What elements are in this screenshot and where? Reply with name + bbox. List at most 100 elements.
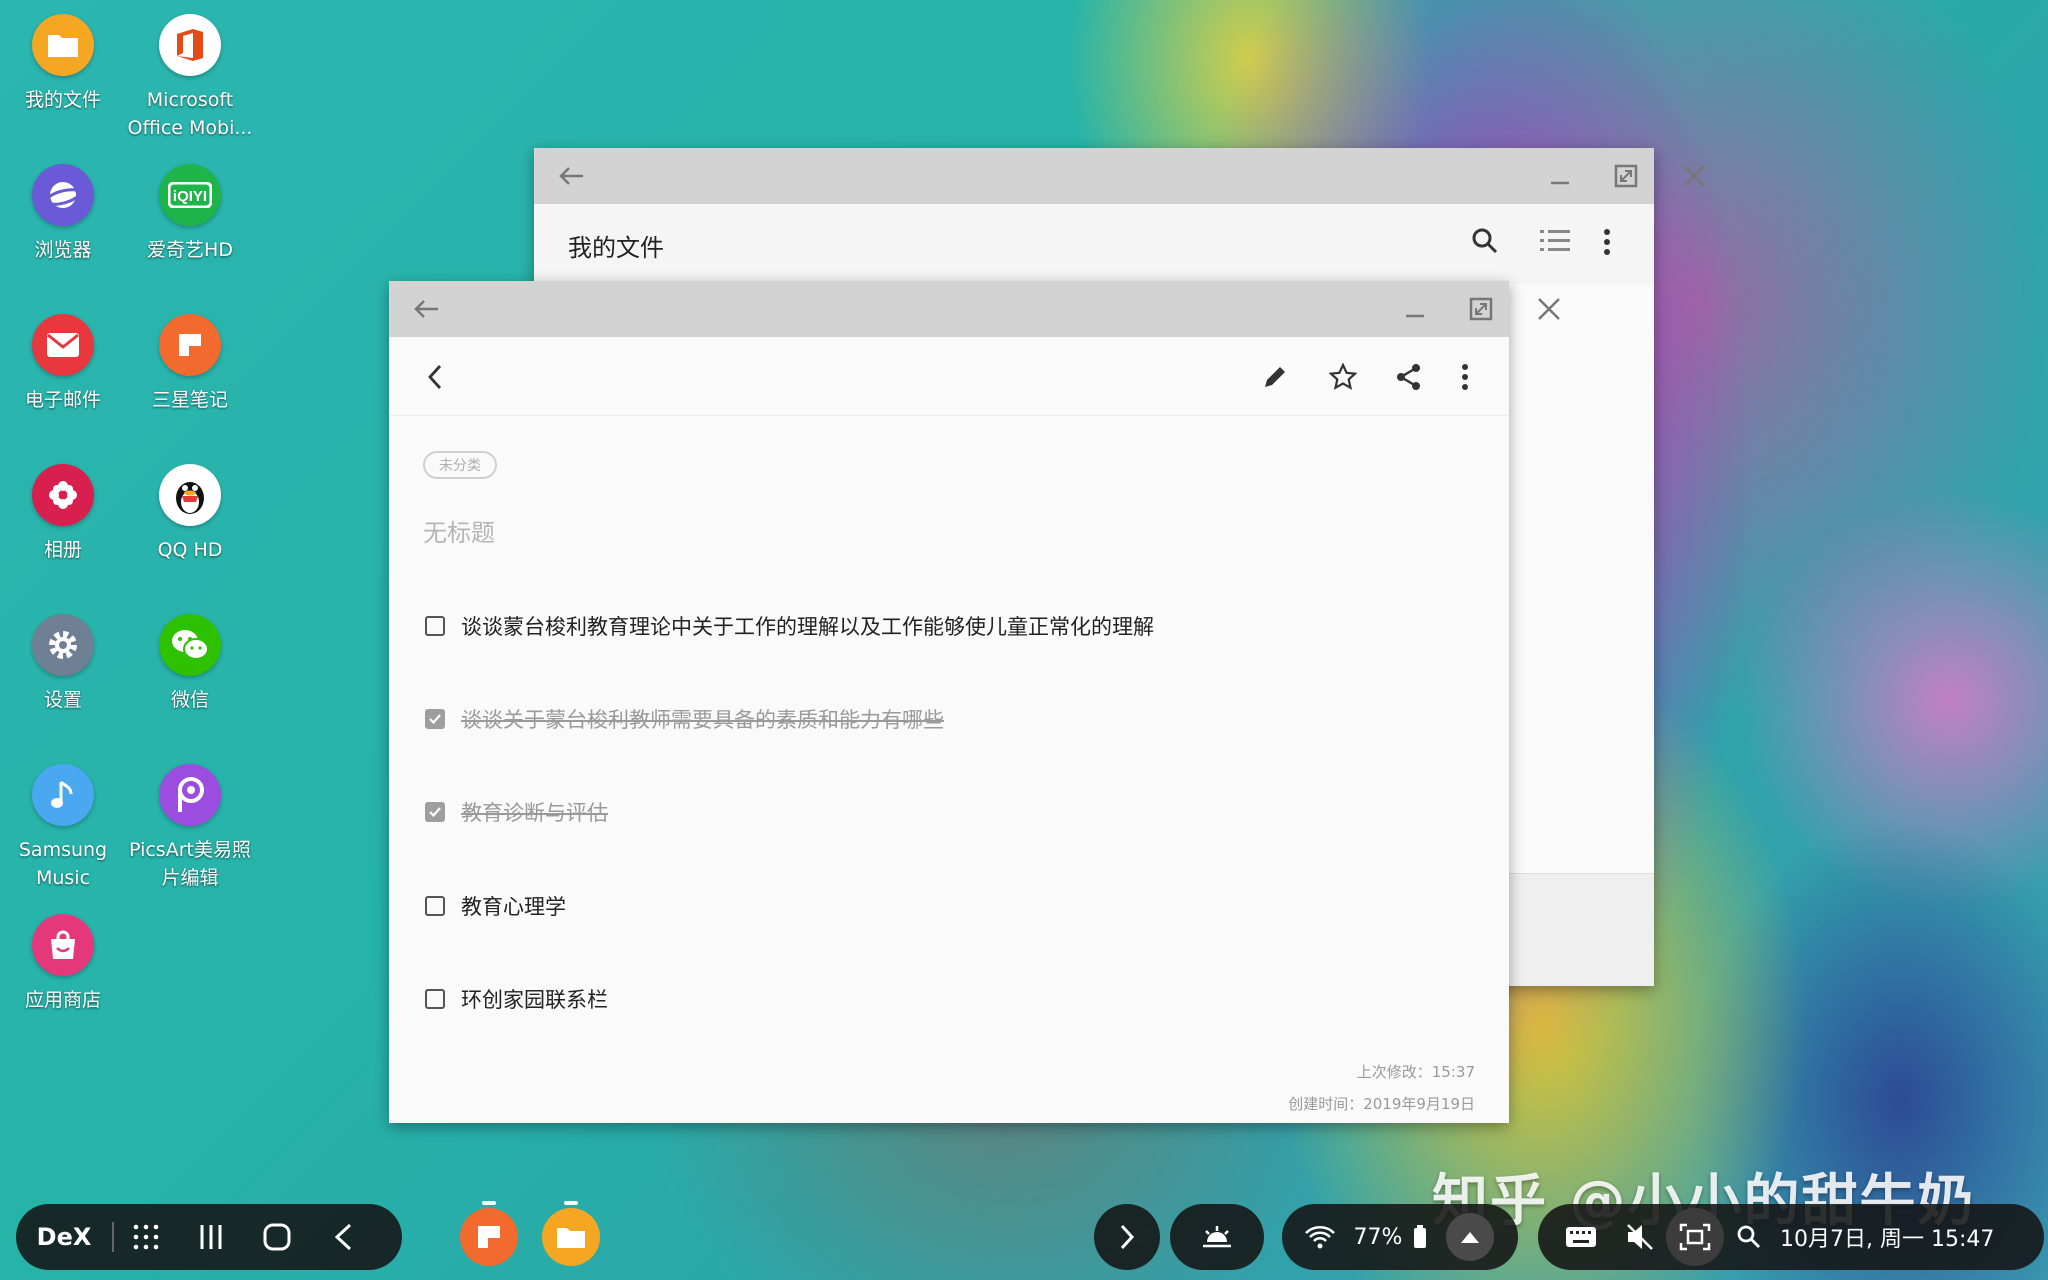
expand-pill[interactable] (1094, 1204, 1160, 1270)
home-icon[interactable] (244, 1222, 310, 1252)
desktop-shortcut[interactable]: 相册 (0, 464, 126, 564)
close-icon[interactable] (1676, 158, 1712, 194)
battery-icon (1406, 1225, 1434, 1249)
desktop-shortcut-label: PicsArt美易照片编辑 (129, 839, 251, 889)
edit-pencil-icon[interactable] (1255, 357, 1295, 397)
desktop-shortcut[interactable]: 应用商店 (0, 914, 126, 1014)
desktop-shortcut-label: 我的文件 (24, 89, 101, 111)
checkbox[interactable] (425, 896, 445, 916)
datetime[interactable]: 10月7日, 周一 15:47 (1774, 1221, 1994, 1253)
notes-titlebar[interactable] (389, 281, 1560, 337)
checklist-item-text[interactable]: 谈谈关于蒙台梭利教师需要具备的素质和能力有哪些 (461, 704, 944, 734)
desktop-shortcut-label: 三星笔记 (151, 389, 228, 411)
screen-capture-icon[interactable] (1666, 1208, 1724, 1266)
desktop-shortcut[interactable]: 浏览器 (0, 164, 126, 264)
checklist-item-text[interactable]: 环创家园联系栏 (461, 984, 608, 1014)
checklist-item: 谈谈关于蒙台梭利教师需要具备的素质和能力有哪些 (425, 704, 944, 734)
weather-pill[interactable] (1170, 1204, 1264, 1270)
mute-icon[interactable] (1614, 1222, 1666, 1252)
maximize-icon[interactable] (1608, 158, 1644, 194)
settings-icon[interactable] (32, 614, 94, 676)
email-icon[interactable] (32, 314, 94, 376)
desktop-shortcut-label: 相册 (43, 539, 82, 561)
wifi-icon (1290, 1224, 1350, 1250)
svg-text:iQIYI: iQIYI (173, 188, 207, 205)
checkbox-checked[interactable] (425, 709, 445, 729)
back-arrow-icon[interactable] (554, 158, 590, 194)
expand-status-button[interactable] (1446, 1213, 1494, 1261)
star-icon[interactable] (1323, 357, 1363, 397)
checklist-item-text[interactable]: 谈谈蒙台梭利教育理论中关于工作的理解以及工作能够使儿童正常化的理解 (461, 611, 1154, 641)
system-tray-pill: 10月7日, 周一 15:47 (1538, 1204, 2044, 1270)
desktop-shortcut-label: 微信 (170, 689, 209, 711)
office-icon[interactable] (159, 14, 221, 76)
share-icon[interactable] (1389, 357, 1429, 397)
files-appbar: 我的文件 (534, 204, 1654, 284)
desktop-shortcut[interactable]: 我的文件 (0, 14, 126, 114)
desktop-shortcut-label: Samsung Music (18, 839, 108, 889)
wechat-icon[interactable] (159, 614, 221, 676)
list-view-icon[interactable] (1540, 228, 1570, 258)
gallery-icon[interactable] (32, 464, 94, 526)
back-icon[interactable] (310, 1222, 376, 1252)
files-titlebar[interactable] (534, 148, 1705, 204)
battery-percent: 77% (1353, 1224, 1403, 1250)
more-options-icon[interactable] (1602, 228, 1612, 260)
running-indicator (482, 1201, 496, 1205)
checkbox[interactable] (425, 616, 445, 636)
desktop-shortcut[interactable]: 三星笔记 (127, 314, 253, 414)
dex-nav-bar: DeX (16, 1204, 402, 1270)
picsart-icon[interactable] (159, 764, 221, 826)
checkbox-checked[interactable] (425, 802, 445, 822)
recent-apps-icon[interactable] (178, 1223, 244, 1251)
last-modified-text: 上次修改：15:37 (1356, 1063, 1475, 1081)
taskbar-samsung-notes-icon[interactable] (460, 1208, 518, 1266)
maximize-icon[interactable] (1463, 291, 1499, 327)
desktop-shortcut[interactable]: Microsoft Office Mobi... (127, 14, 253, 142)
desktop-shortcut[interactable]: QQ HD (127, 464, 253, 564)
close-icon[interactable] (1531, 291, 1567, 327)
qq-icon[interactable] (159, 464, 221, 526)
created-date-text: 创建时间：2019年9月19日 (1288, 1095, 1475, 1113)
checklist-item-text[interactable]: 教育诊断与评估 (461, 797, 608, 827)
notes-window: 未分类 无标题 谈谈蒙台梭利教育理论中关于工作的理解以及工作能够使儿童正常化的理… (389, 281, 1560, 1123)
checklist-item: 教育诊断与评估 (425, 797, 608, 827)
apps-grid-icon[interactable] (114, 1223, 178, 1251)
chevron-right-icon[interactable] (1094, 1224, 1160, 1250)
app-store-icon[interactable] (32, 914, 94, 976)
keyboard-icon[interactable] (1548, 1226, 1614, 1248)
music-icon[interactable] (32, 764, 94, 826)
minimize-icon[interactable] (1397, 291, 1433, 327)
browser-icon[interactable] (32, 164, 94, 226)
folder-icon[interactable] (32, 14, 94, 76)
more-options-icon[interactable] (1445, 357, 1485, 397)
note-title[interactable]: 无标题 (423, 513, 495, 548)
desktop-shortcut[interactable]: 设置 (0, 614, 126, 714)
samsung-notes-icon[interactable] (159, 314, 221, 376)
desktop-shortcut-label: 电子邮件 (24, 389, 101, 411)
desktop-shortcut[interactable]: Samsung Music (0, 764, 126, 892)
chevron-left-icon[interactable] (415, 357, 455, 397)
search-icon[interactable] (1470, 226, 1500, 260)
back-arrow-icon[interactable] (409, 291, 445, 327)
desktop-shortcut[interactable]: PicsArt美易照片编辑 (127, 764, 253, 892)
category-chip[interactable]: 未分类 (423, 451, 497, 479)
desktop-shortcut[interactable]: 电子邮件 (0, 314, 126, 414)
desktop-shortcut-label: Microsoft Office Mobi... (127, 89, 253, 139)
files-title: 我的文件 (568, 234, 664, 262)
desktop-shortcut-label: 爱奇艺HD (147, 239, 233, 261)
checklist-item: 环创家园联系栏 (425, 984, 608, 1014)
desktop-shortcut-label: 应用商店 (24, 989, 101, 1011)
weather-sunrise-icon[interactable] (1170, 1224, 1264, 1250)
taskbar-my-files-icon[interactable] (542, 1208, 600, 1266)
notes-toolbar (389, 337, 1509, 416)
desktop-shortcut[interactable]: iQIYI 爱奇艺HD (127, 164, 253, 264)
search-icon[interactable] (1724, 1224, 1774, 1250)
desktop-shortcut[interactable]: 微信 (127, 614, 253, 714)
iqiyi-icon[interactable]: iQIYI (159, 164, 221, 226)
checklist-item-text[interactable]: 教育心理学 (461, 891, 566, 921)
dex-button[interactable]: DeX (16, 1223, 112, 1251)
status-pill[interactable]: 77% (1282, 1204, 1518, 1270)
minimize-icon[interactable] (1542, 158, 1578, 194)
checkbox[interactable] (425, 989, 445, 1009)
